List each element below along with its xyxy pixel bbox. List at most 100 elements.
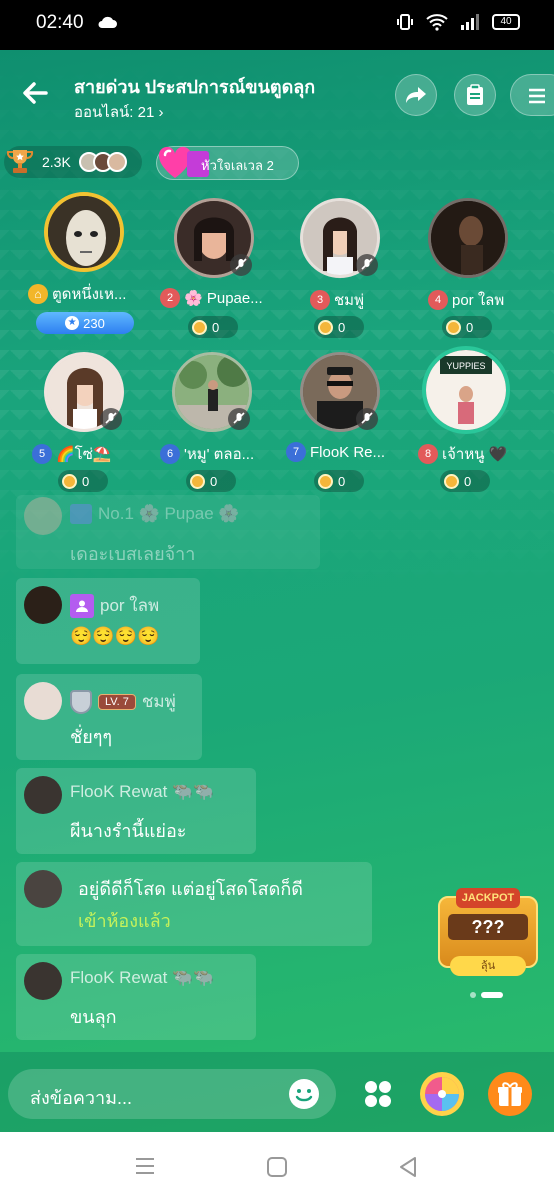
user-badge (70, 593, 94, 618)
mic-muted-icon (230, 254, 252, 276)
trophy-icon (6, 150, 34, 173)
battery-indicator: 40 (492, 14, 520, 30)
chat-message[interactable]: No.1 🌸 Pupae 🌸 เดอะเบสเลยจ้าา (16, 495, 320, 569)
back-arrow-icon[interactable] (18, 76, 52, 110)
heart-level-label: หัวใจเลเวล 2 (201, 158, 274, 173)
emoji-icon[interactable] (288, 1078, 320, 1110)
seat-5[interactable]: 5 🌈โซ่⛱️ 0 (24, 352, 144, 492)
cloud-icon (98, 16, 117, 28)
seat-score: 0 (314, 470, 364, 492)
status-bar: 02:40 40 (0, 0, 554, 50)
wifi-icon (426, 14, 448, 31)
menu-button[interactable] (510, 74, 554, 116)
seat-host[interactable]: ⌂ ตูดหนึ่งเห... ★ 230 (24, 192, 144, 334)
gift-icon (498, 1082, 522, 1106)
avatar (24, 962, 62, 1000)
coin-icon (446, 319, 461, 335)
input-placeholder: ส่งข้อความ... (30, 1088, 133, 1108)
room-header: สายด่วน ประสปการณ์ขนตูดลุก ออนไลน์: 21 › (0, 64, 554, 134)
seat-3[interactable]: 3 ชมพู่ 0 (280, 198, 400, 338)
carousel-dots (470, 992, 503, 998)
star-icon: ★ (65, 316, 80, 330)
seat-name: FlooK Re... (310, 443, 386, 461)
seat-score: 0 (186, 470, 236, 492)
system-nav-bar (0, 1132, 554, 1200)
apps-button[interactable] (356, 1072, 400, 1116)
online-count[interactable]: ออนไลน์: 21 › (74, 100, 163, 124)
seat-name: 🌈โซ่⛱️ (56, 446, 112, 463)
seat-score: 0 (58, 470, 108, 492)
message-text: ชั่ยๆๆ (70, 727, 113, 747)
seat-name: por ใลพ (452, 292, 505, 309)
chat-message[interactable]: FlooK Rewat 🐃🐃 ผีนางรำนี้แย่อะ (16, 768, 256, 854)
share-icon (406, 87, 426, 103)
chat-message[interactable]: LV. 7 ชมพู่ ชั่ยๆๆ (16, 674, 202, 760)
gift-button[interactable] (488, 1072, 532, 1116)
level-value: 230 (83, 315, 105, 331)
seat-number: 5 (32, 444, 52, 464)
coin-icon (318, 473, 333, 489)
seat-number: 6 (160, 444, 180, 464)
user-name: อยู่ดีดีก็โสด แต่อยู่โสดโสดก็ดี (78, 879, 303, 899)
system-message[interactable]: อยู่ดีดีก็โสด แต่อยู่โสดโสดก็ดี เข้าห้อง… (16, 862, 372, 946)
coin-icon (444, 473, 459, 489)
mic-muted-icon (356, 408, 378, 430)
clock: 02:40 (36, 12, 84, 33)
top-avatars (78, 152, 127, 172)
seat-name: ชมพู่ (334, 292, 364, 309)
seat-6[interactable]: 6 'หมู' ตลอ... 0 (152, 352, 272, 492)
notes-button[interactable] (454, 74, 496, 116)
avatar (24, 497, 62, 535)
home-icon: ⌂ (28, 284, 48, 304)
grid-icon (365, 1081, 391, 1107)
message-text: ขนลุก (70, 1007, 117, 1027)
seat-score: 0 (440, 470, 490, 492)
user-name: No.1 🌸 Pupae 🌸 (98, 504, 240, 523)
jackpot-title: JACKPOT (456, 888, 520, 908)
seat-score: 0 (314, 316, 364, 338)
seat-name: เจ้าหนู 🖤 (442, 446, 508, 463)
avatar (24, 870, 62, 908)
rank-pill[interactable]: 2.3K (4, 146, 142, 178)
seat-number: 7 (286, 442, 306, 462)
avatar (24, 586, 62, 624)
chat-message[interactable]: FlooK Rewat 🐃🐃 ขนลุก (16, 954, 256, 1040)
level-badge: LV. 7 (98, 693, 136, 710)
message-text: เดอะเบสเลยจ้าา (70, 544, 196, 564)
user-badge (70, 504, 92, 524)
user-name: FlooK Rewat 🐃🐃 (70, 782, 215, 801)
coin-icon (318, 319, 333, 335)
online-count-label: ออนไลน์: 21 (74, 104, 155, 121)
level-badge: ★ 230 (36, 312, 134, 334)
coin-icon (190, 473, 205, 489)
user-name: por ใลพ (100, 596, 160, 615)
back-icon[interactable] (398, 1156, 418, 1178)
seat-4[interactable]: 4 por ใลพ 0 (408, 198, 528, 338)
recent-apps-icon[interactable] (134, 1156, 156, 1176)
home-button-icon[interactable] (266, 1156, 288, 1178)
share-button[interactable] (395, 74, 437, 116)
jackpot-value: ??? (448, 914, 528, 940)
heart-level-pill[interactable]: หัวใจเลเวล 2 (156, 146, 299, 180)
mic-muted-icon (356, 254, 378, 276)
jackpot-widget[interactable]: JACKPOT ??? ลุ้น (438, 888, 538, 980)
seat-name: 'หมู' ตลอ... (184, 446, 255, 463)
seat-7[interactable]: 7 FlooK Re... 0 (280, 352, 400, 492)
avatar (428, 198, 508, 278)
seat-2[interactable]: 2 🌸 Pupae... 0 (154, 198, 274, 338)
chat-message[interactable]: por ใลพ 😌😌😌😌 (16, 578, 200, 664)
user-name: ชมพู่ (141, 692, 176, 711)
input-bar: ส่งข้อความ... (0, 1052, 554, 1132)
seat-number: 4 (428, 290, 448, 310)
seat-name: 🌸 Pupae... (184, 290, 263, 307)
jackpot-button[interactable]: ลุ้น (450, 956, 526, 976)
join-notice: เข้าห้องแล้ว (78, 911, 171, 931)
seat-number: 2 (160, 288, 180, 308)
shield-icon (70, 689, 92, 714)
lucky-wheel-button[interactable] (420, 1072, 464, 1116)
svg-text:YUPPIES: YUPPIES (446, 361, 485, 371)
avatar (106, 152, 127, 172)
message-input[interactable]: ส่งข้อความ... (8, 1069, 336, 1119)
vibrate-icon (397, 14, 413, 30)
seat-8[interactable]: YUPPIES 8 เจ้าหนู 🖤 0 (406, 346, 526, 492)
